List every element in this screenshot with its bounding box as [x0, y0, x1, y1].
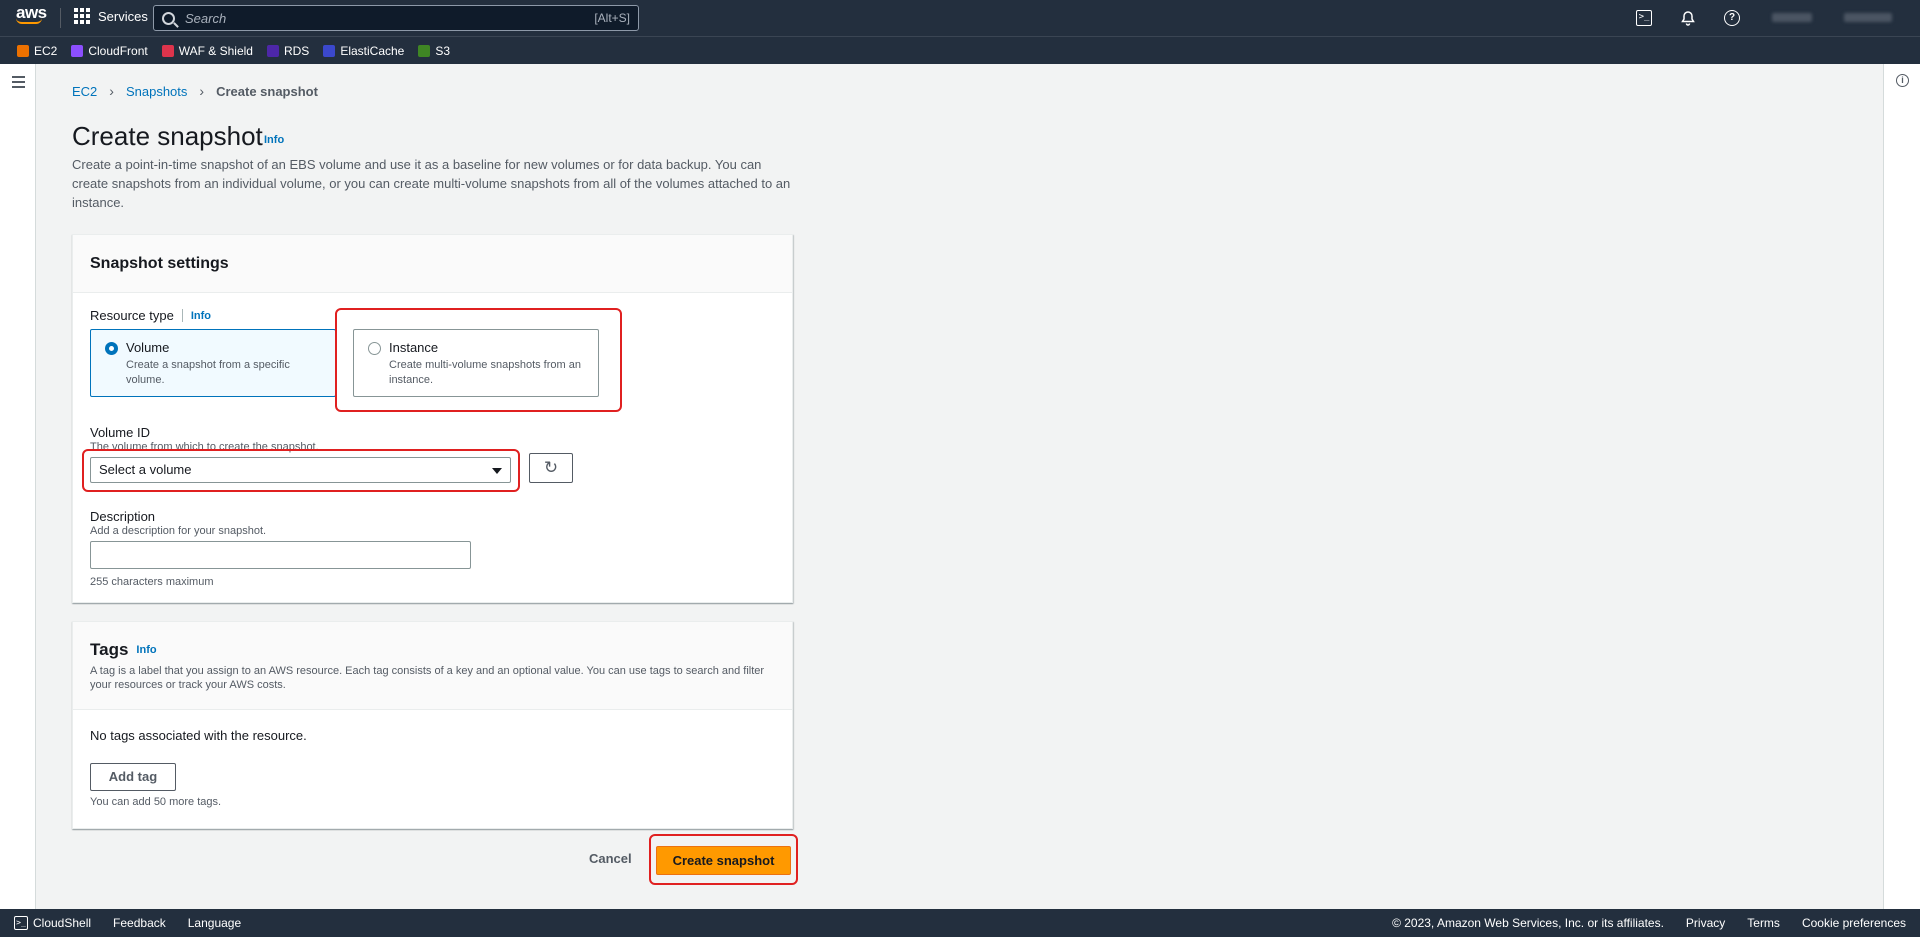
search-placeholder: Search — [185, 10, 227, 26]
resource-type-label: Resource type Info — [90, 308, 211, 323]
tags-info-link[interactable]: Info — [136, 644, 156, 656]
help-icon[interactable]: ? — [1724, 10, 1740, 26]
footer-cloudshell[interactable]: >_ CloudShell — [14, 916, 91, 930]
favorite-label: RDS — [283, 43, 310, 58]
left-rail — [0, 64, 36, 909]
bell-icon[interactable] — [1680, 10, 1696, 26]
footer: >_ CloudShell Feedback Language © 2023, A… — [0, 909, 1920, 937]
footer-feedback[interactable]: Feedback — [113, 916, 166, 930]
divider — [181, 309, 183, 322]
favorites-bar: EC2 CloudFront WAF & Shield RDS ElastiCa… — [0, 36, 1920, 64]
ec2-icon — [17, 44, 29, 57]
footer-copyright: © 2023, Amazon Web Services, Inc. or its… — [1392, 916, 1664, 930]
description-hint: Add a description for your snapshot. — [90, 525, 267, 537]
rds-icon — [266, 44, 279, 57]
account-menu[interactable] — [1772, 13, 1812, 22]
tags-heading: Tags — [90, 640, 129, 659]
breadcrumb-current: Create snapshot — [216, 83, 318, 99]
favorite-rds[interactable]: RDS — [266, 43, 310, 58]
panel-heading: Snapshot settings — [90, 255, 229, 272]
tags-description: A tag is a label that you assign to an A… — [90, 665, 765, 691]
right-rail: i — [1883, 64, 1920, 909]
resource-type-volume[interactable]: Volume Create a snapshot from a specific… — [90, 329, 336, 397]
services-button[interactable]: Services — [74, 8, 148, 24]
resource-type-info-link[interactable]: Info — [191, 310, 211, 322]
refresh-icon: ↻ — [543, 458, 559, 477]
title-info-link[interactable]: Info — [264, 134, 284, 146]
info-panel-icon[interactable]: i — [1896, 74, 1909, 87]
description-label: Description — [90, 509, 156, 524]
favorite-label: S3 — [435, 43, 451, 58]
footer-cloudshell-label: CloudShell — [33, 916, 92, 930]
breadcrumb-ec2[interactable]: EC2 — [72, 84, 97, 99]
aws-logo-text: aws — [16, 3, 47, 22]
favorite-label: CloudFront — [88, 43, 148, 58]
resource-type-text: Resource type — [90, 308, 174, 323]
highlight-box-instance — [335, 308, 622, 412]
chevron-right-icon: › — [199, 83, 205, 99]
region-menu[interactable] — [1844, 13, 1892, 22]
breadcrumb: EC2 › Snapshots › Create snapshot — [72, 83, 318, 99]
tags-limit-hint: You can add 50 more tags. — [90, 796, 222, 808]
cloudshell-icon[interactable]: >_ — [1636, 10, 1652, 26]
search-input[interactable]: Search [Alt+S] — [153, 5, 639, 31]
description-limit-hint: 255 characters maximum — [90, 576, 214, 588]
cloudfront-icon — [71, 44, 84, 57]
footer-cookie-preferences[interactable]: Cookie preferences — [1802, 916, 1906, 930]
search-shortcut: [Alt+S] — [594, 11, 630, 25]
footer-language[interactable]: Language — [188, 916, 241, 930]
volume-id-label: Volume ID — [90, 425, 150, 440]
s3-icon — [418, 44, 431, 57]
favorite-label: WAF & Shield — [178, 43, 253, 58]
waf-icon — [161, 44, 174, 57]
breadcrumb-snapshots[interactable]: Snapshots — [126, 84, 187, 99]
footer-privacy[interactable]: Privacy — [1686, 916, 1725, 930]
favorite-ec2[interactable]: EC2 — [17, 44, 57, 58]
tile-description: Create a snapshot from a specific volume… — [126, 359, 290, 386]
favorite-s3[interactable]: S3 — [418, 44, 450, 58]
highlight-box-volume-select — [82, 449, 520, 492]
radio-selected-icon — [105, 342, 118, 355]
footer-terms[interactable]: Terms — [1747, 916, 1780, 930]
favorite-waf-shield[interactable]: WAF & Shield — [161, 43, 253, 58]
services-label: Services — [98, 8, 148, 24]
page-description: Create a point-in-time snapshot of an EB… — [72, 157, 791, 210]
highlight-box-create-button — [649, 834, 798, 885]
tags-header: Tags Info A tag is a label that you assi… — [73, 622, 792, 710]
elasticache-icon — [323, 44, 336, 57]
panel-header: Snapshot settings — [73, 235, 792, 293]
tile-title: Volume — [126, 340, 170, 355]
description-input[interactable] — [90, 541, 471, 569]
add-tag-button[interactable]: Add tag — [90, 763, 176, 791]
favorite-label: EC2 — [34, 43, 58, 58]
refresh-button[interactable]: ↻ — [529, 453, 573, 483]
cloudshell-icon: >_ — [14, 916, 28, 930]
chevron-right-icon: › — [109, 83, 114, 99]
grid-icon — [74, 8, 90, 24]
menu-icon[interactable] — [12, 76, 25, 91]
favorite-label: ElastiCache — [340, 43, 405, 58]
nav-divider — [60, 8, 61, 28]
tags-panel: Tags Info A tag is a label that you assi… — [72, 621, 793, 829]
no-tags-text: No tags associated with the resource. — [90, 728, 307, 743]
top-navigation: aws Services Search [Alt+S] >_ ? — [0, 0, 1920, 36]
page-title: Create snapshot — [72, 121, 263, 151]
favorite-cloudfront[interactable]: CloudFront — [71, 43, 148, 58]
snapshot-settings-panel: Snapshot settings Resource type Info Vol… — [72, 234, 793, 603]
search-icon — [162, 11, 175, 25]
cancel-button[interactable]: Cancel — [589, 851, 632, 866]
aws-logo[interactable]: aws — [16, 3, 47, 24]
favorite-elasticache[interactable]: ElastiCache — [323, 44, 404, 58]
